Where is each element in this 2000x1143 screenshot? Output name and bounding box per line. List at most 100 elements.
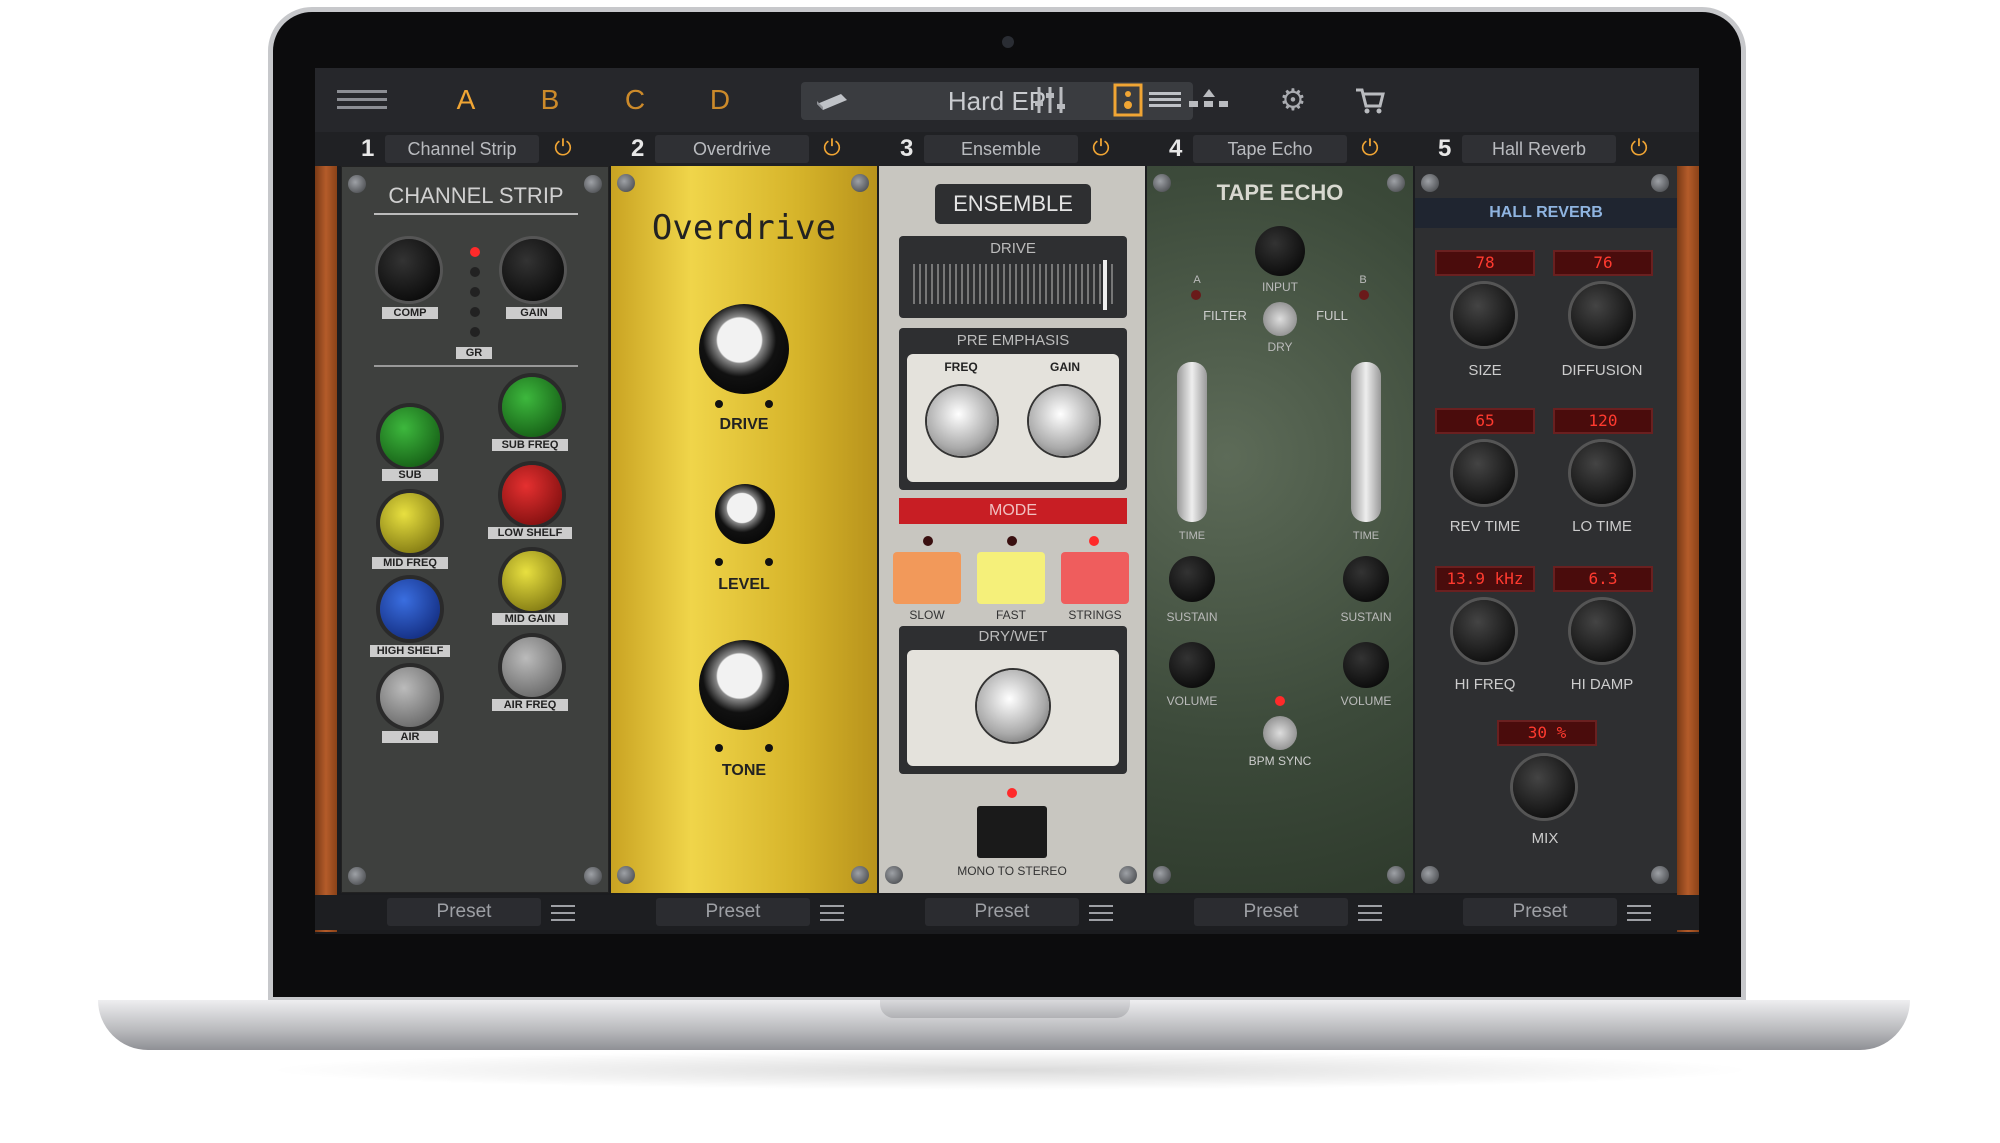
time-left-label: TIME [1178, 530, 1206, 542]
mode-led [1089, 536, 1099, 546]
slot-4-preset-button[interactable]: Preset [1194, 898, 1348, 926]
mode-slow-button[interactable] [893, 552, 961, 604]
volume-left-knob[interactable] [1169, 642, 1215, 688]
hi-damp-knob[interactable] [1571, 600, 1633, 662]
mixer-icon[interactable] [1030, 82, 1070, 118]
slot-3-preset-button[interactable]: Preset [925, 898, 1079, 926]
sub-label: SUB [382, 469, 438, 481]
slot-4-menu-icon[interactable] [1358, 900, 1382, 924]
slot-1-number: 1 [361, 135, 375, 162]
freq-knob[interactable] [927, 386, 997, 456]
fast-label: FAST [995, 608, 1026, 622]
volume-right-knob[interactable] [1343, 642, 1389, 688]
bpm-sync-led [1275, 696, 1285, 706]
mono-to-stereo-label: MONO TO STEREO [957, 864, 1067, 878]
slot-3-power-icon[interactable]: ⏻ [1089, 136, 1113, 160]
left-wood-panel [315, 166, 337, 932]
dry-wet-knob[interactable] [977, 670, 1049, 742]
slot-1-menu-icon[interactable] [551, 900, 575, 924]
cart-icon[interactable] [1350, 82, 1390, 118]
diffusion-knob[interactable] [1571, 284, 1633, 346]
preset-list-icon[interactable] [1149, 89, 1181, 113]
slot-3-name[interactable]: Ensemble [924, 135, 1078, 163]
lo-time-knob[interactable] [1571, 442, 1633, 504]
slot-5-name[interactable]: Hall Reverb [1462, 135, 1616, 163]
air-freq-knob[interactable] [502, 637, 562, 697]
comp-label: COMP [382, 307, 438, 319]
low-shelf-knob[interactable] [502, 465, 562, 525]
slot-2-name[interactable]: Overdrive [655, 135, 809, 163]
mode-strings-button[interactable] [1061, 552, 1129, 604]
slot-5-menu-icon[interactable] [1627, 900, 1651, 924]
slot-2-preset-button[interactable]: Preset [656, 898, 810, 926]
knob-dot [765, 400, 773, 408]
comp-knob[interactable] [378, 239, 440, 301]
size-knob[interactable] [1453, 284, 1515, 346]
tone-knob[interactable] [699, 640, 789, 730]
hall-reverb-title: HALL REVERB [1415, 198, 1677, 228]
level-knob[interactable] [715, 484, 775, 544]
slot-1-name[interactable]: Channel Strip [385, 135, 539, 163]
tape-echo-module: TAPE ECHO A B INPUT FILTER FULL DRY TIME… [1147, 166, 1413, 893]
air-knob[interactable] [380, 667, 440, 727]
gr-meter-led [470, 247, 480, 257]
sub-freq-knob[interactable] [502, 377, 562, 437]
mono-to-stereo-button[interactable] [977, 806, 1047, 858]
slot-4-name[interactable]: Tape Echo [1193, 135, 1347, 163]
time-right-slider[interactable] [1351, 362, 1381, 522]
input-knob[interactable] [1255, 226, 1305, 276]
slot-1-preset-button[interactable]: Preset [387, 898, 541, 926]
knob-dot [715, 558, 723, 566]
sustain-right-knob[interactable] [1343, 556, 1389, 602]
drive-slider-handle[interactable] [1103, 260, 1107, 310]
slot-2-number: 2 [631, 135, 645, 162]
mono-led [1007, 788, 1017, 798]
bank-c-tab[interactable]: C [620, 84, 650, 116]
slot-4-power-icon[interactable]: ⏻ [1358, 136, 1382, 160]
channel-strip-title: CHANNEL STRIP [388, 183, 564, 208]
hi-freq-knob[interactable] [1453, 600, 1515, 662]
slot-1-power-icon[interactable]: ⏻ [551, 136, 575, 160]
b-label: B [1359, 274, 1367, 286]
low-shelf-label: LOW SHELF [488, 527, 572, 539]
screw-icon [348, 867, 366, 885]
rev-time-knob[interactable] [1453, 442, 1515, 504]
drive-knob[interactable] [699, 304, 789, 394]
mode-fast-button[interactable] [977, 552, 1045, 604]
slot-2-power-icon[interactable]: ⏻ [820, 136, 844, 160]
slow-label: SLOW [909, 608, 945, 622]
size-label: SIZE [1468, 362, 1502, 379]
sub-knob[interactable] [380, 407, 440, 467]
sustain-left-knob[interactable] [1169, 556, 1215, 602]
mix-knob[interactable] [1513, 756, 1575, 818]
sustain-right-label: SUSTAIN [1340, 610, 1392, 624]
mid-freq-knob[interactable] [380, 493, 440, 553]
slot-3-menu-icon[interactable] [1089, 900, 1113, 924]
bank-a-tab[interactable]: A [451, 84, 481, 116]
strings-label: STRINGS [1068, 608, 1122, 622]
high-shelf-knob[interactable] [380, 579, 440, 639]
mid-gain-knob[interactable] [502, 551, 562, 611]
drive-section: DRIVE [899, 236, 1127, 318]
slot-5-preset-button[interactable]: Preset [1463, 898, 1617, 926]
slot-2-menu-icon[interactable] [820, 900, 844, 924]
full-label: FULL [1316, 308, 1348, 323]
gain-knob[interactable] [502, 239, 564, 301]
gr-meter-led [470, 267, 480, 277]
volume-right-label: VOLUME [1340, 694, 1392, 708]
bank-b-tab[interactable]: B [535, 84, 565, 116]
slot-5-power-icon[interactable]: ⏻ [1627, 136, 1651, 160]
filter-toggle[interactable] [1263, 302, 1297, 336]
screw-icon [1387, 866, 1405, 884]
dry-label: DRY [1267, 340, 1293, 354]
bank-d-tab[interactable]: D [705, 84, 735, 116]
amp-icon[interactable] [1108, 82, 1148, 118]
time-left-slider[interactable] [1177, 362, 1207, 522]
mode-led [1007, 536, 1017, 546]
bpm-sync-toggle[interactable] [1263, 716, 1297, 750]
menu-icon[interactable] [337, 85, 387, 115]
gear-icon[interactable]: ⚙ [1273, 82, 1313, 118]
gain-knob[interactable] [1029, 386, 1099, 456]
lo-time-label: LO TIME [1572, 518, 1632, 535]
signal-chain-icon[interactable] [1188, 82, 1228, 118]
